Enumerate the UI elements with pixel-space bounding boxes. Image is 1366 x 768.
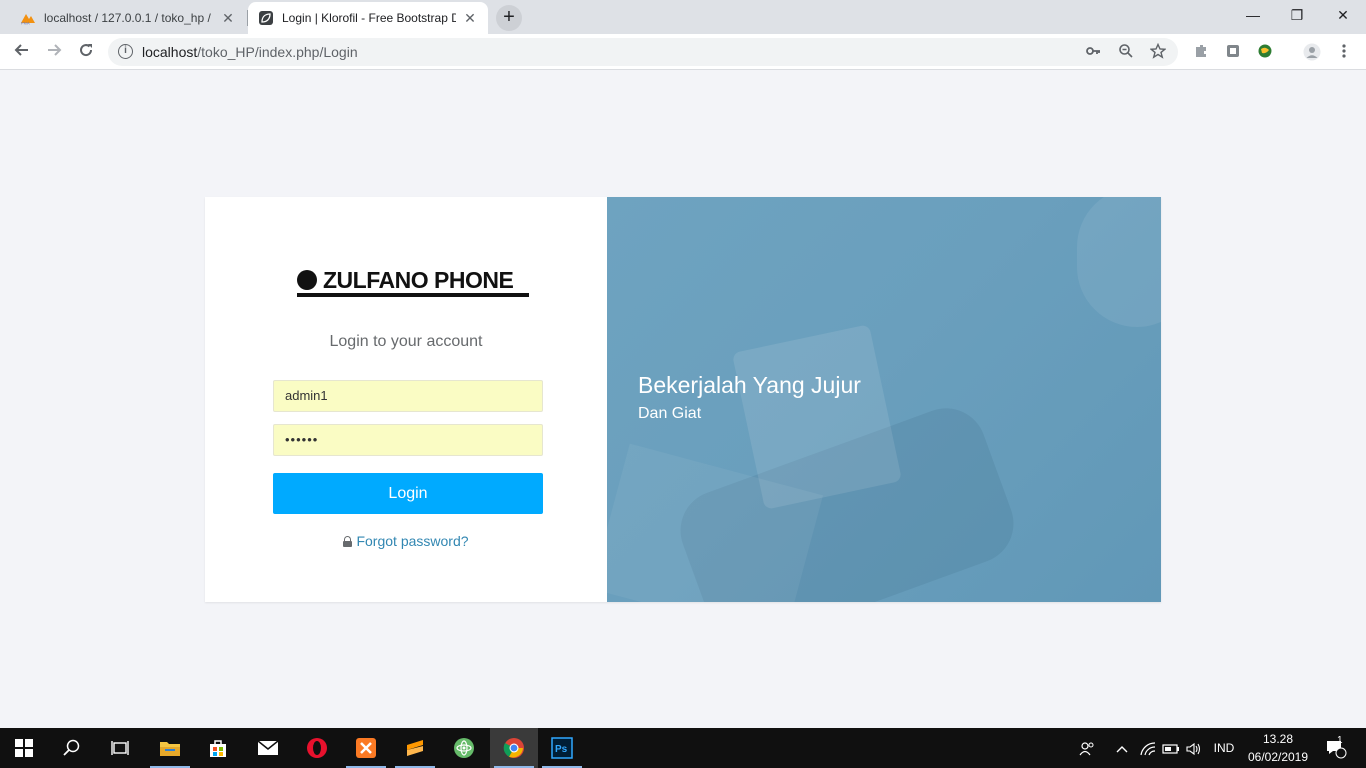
key-icon[interactable]	[1084, 43, 1102, 61]
photoshop-icon[interactable]: Ps	[538, 728, 586, 768]
close-window-button[interactable]: ✕	[1320, 0, 1366, 30]
system-clock[interactable]: 13.28 06/02/2019	[1246, 730, 1310, 766]
clock-time: 13.28	[1262, 732, 1294, 746]
extension-window-icon[interactable]	[1224, 43, 1242, 61]
volume-icon[interactable]	[1184, 728, 1204, 768]
restore-button[interactable]: ❐	[1274, 0, 1320, 30]
password-input[interactable]: ••••••	[273, 424, 543, 456]
forgot-password-link[interactable]: Forgot password?	[205, 533, 607, 549]
url-host: localhost	[142, 44, 198, 60]
file-explorer-icon[interactable]	[146, 728, 194, 768]
mail-icon[interactable]	[244, 728, 292, 768]
phpmyadmin-icon: PMA	[20, 10, 36, 26]
clock-date: 06/02/2019	[1247, 750, 1309, 764]
menu-kebab-icon[interactable]	[1335, 43, 1353, 61]
logo-text: ZULFANO PHONE	[323, 267, 514, 293]
opera-browser-icon[interactable]	[293, 728, 341, 768]
hero-tagline: Dan Giat	[638, 405, 702, 422]
logo-underline	[297, 293, 529, 297]
extension-globe-icon[interactable]	[1256, 43, 1274, 61]
sublime-text-icon[interactable]	[391, 728, 439, 768]
hero-headline: Bekerjalah Yang Jujur	[638, 372, 861, 398]
tab-title: Login | Klorofil - Free Bootstrap D	[282, 11, 456, 25]
chevron-up-icon[interactable]	[1112, 728, 1132, 768]
login-subtitle: Login to your account	[329, 333, 483, 350]
zoom-icon[interactable]	[1117, 43, 1135, 61]
back-arrow-icon[interactable]	[10, 40, 34, 64]
search-icon[interactable]	[48, 728, 96, 768]
tab-phpmyadmin[interactable]: PMA localhost / 127.0.0.1 / toko_hp / t …	[10, 2, 246, 34]
windows-taskbar: Ps IND 13.28 06/02/2019 1	[0, 728, 1366, 768]
windows-start-icon[interactable]	[0, 728, 48, 768]
hero-photo-shape	[1077, 197, 1161, 327]
language-indicator[interactable]: IND	[1208, 728, 1240, 768]
lock-icon	[343, 536, 353, 547]
login-form-pane: ZULFANO PHONE Login to your account admi…	[205, 197, 607, 602]
new-tab-button[interactable]: +	[496, 5, 522, 31]
svg-text:PMA: PMA	[21, 21, 30, 26]
close-tab-icon[interactable]: ✕	[462, 10, 478, 27]
username-input[interactable]: admin1	[273, 380, 543, 412]
login-button[interactable]: Login	[273, 473, 543, 514]
atom-editor-icon[interactable]	[440, 728, 488, 768]
battery-icon[interactable]	[1160, 728, 1182, 768]
browser-tab-strip: PMA localhost / 127.0.0.1 / toko_hp / t …	[0, 0, 1366, 34]
brand-logo: ZULFANO PHONE	[297, 267, 529, 301]
task-view-icon[interactable]	[96, 728, 144, 768]
tab-title: localhost / 127.0.0.1 / toko_hp / t	[44, 11, 214, 25]
address-bar[interactable]: i localhost/toko_HP/index.php/Login	[108, 38, 1178, 66]
chrome-browser-icon[interactable]	[490, 728, 538, 768]
xampp-icon[interactable]	[342, 728, 390, 768]
url-path: /toko_HP/index.php/Login	[197, 44, 358, 60]
browser-toolbar: i localhost/toko_HP/index.php/Login	[0, 34, 1366, 70]
action-center-icon[interactable]: 1	[1318, 728, 1354, 768]
site-info-icon[interactable]: i	[118, 44, 133, 59]
minimize-button[interactable]: —	[1230, 0, 1276, 30]
logo-dot	[297, 270, 317, 290]
svg-text:Ps: Ps	[555, 744, 568, 755]
wifi-icon[interactable]	[1138, 728, 1158, 768]
tab-login[interactable]: Login | Klorofil - Free Bootstrap D ✕	[248, 2, 488, 34]
login-card: ZULFANO PHONE Login to your account admi…	[205, 197, 1161, 602]
url-text[interactable]: localhost/toko_HP/index.php/Login	[142, 44, 358, 60]
klorofil-leaf-icon	[258, 10, 274, 26]
profile-avatar-icon[interactable]	[1303, 43, 1321, 61]
bookmark-star-icon[interactable]	[1149, 42, 1167, 61]
notification-count: 1	[1337, 735, 1343, 746]
close-tab-icon[interactable]: ✕	[220, 10, 236, 27]
forward-arrow-icon[interactable]	[42, 40, 66, 64]
people-icon[interactable]	[1076, 728, 1098, 768]
microsoft-store-icon[interactable]	[194, 728, 242, 768]
hero-image-pane: Bekerjalah Yang Jujur Dan Giat	[607, 197, 1161, 602]
forgot-password-label: Forgot password?	[356, 533, 469, 549]
extension-puzzle-icon[interactable]	[1192, 43, 1210, 61]
reload-icon[interactable]	[74, 40, 98, 64]
